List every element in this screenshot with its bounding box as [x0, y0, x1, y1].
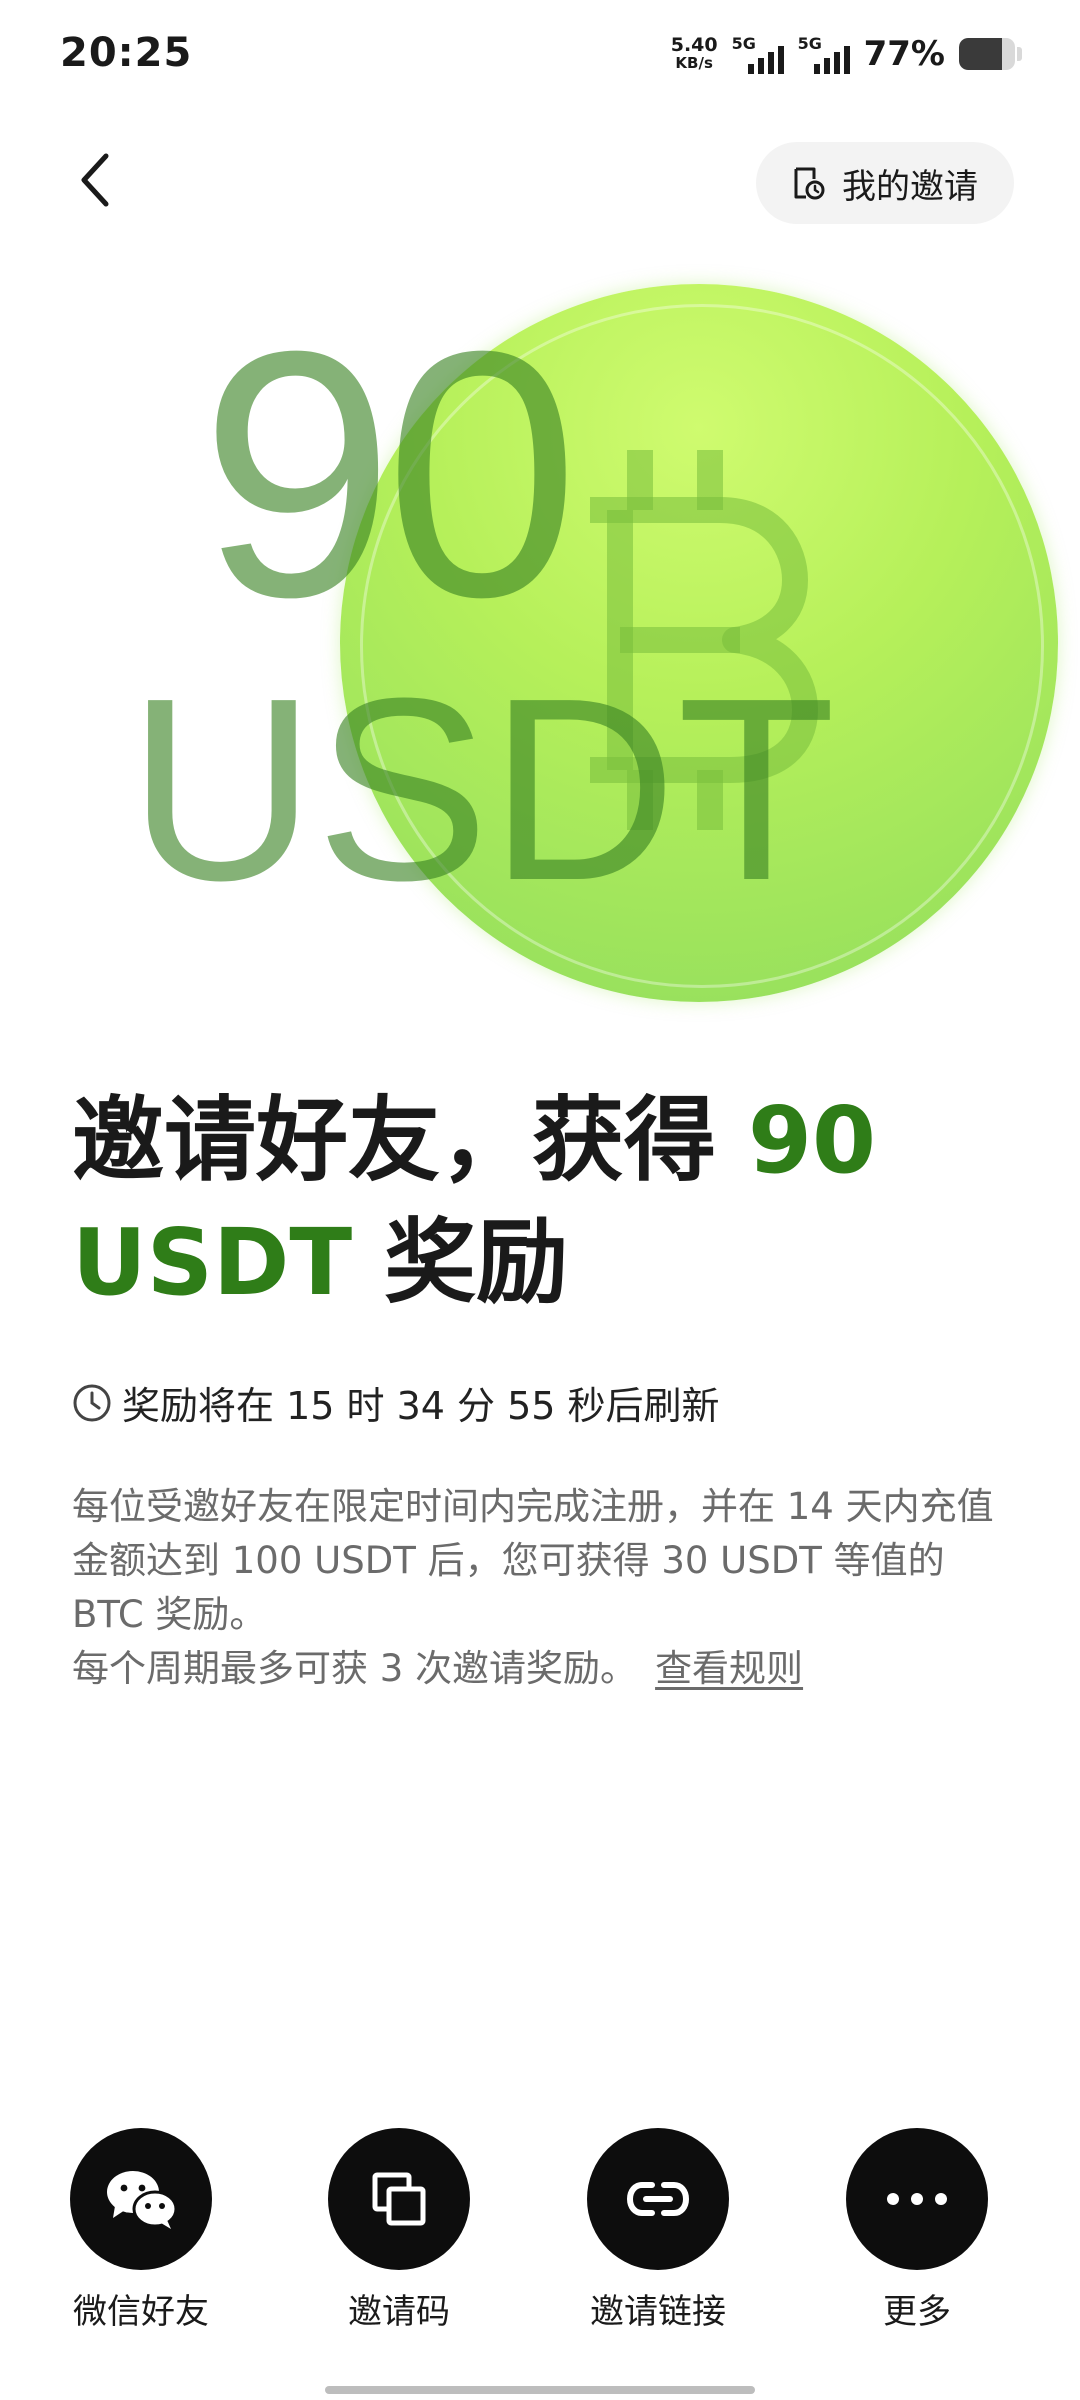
status-bar: 20:25 5.40 KB/s 5G 5G 77% [0, 0, 1080, 110]
status-time: 20:25 [60, 30, 193, 76]
battery-icon [959, 38, 1015, 70]
title-part-1: 邀请好友，获得 [72, 1087, 749, 1194]
share-invite-link-button[interactable]: 邀请链接 [573, 2128, 743, 2333]
countdown-text: 奖励将在 15 时 34 分 55 秒后刷新 [122, 1384, 720, 1428]
title-amount: 90 [748, 1087, 877, 1194]
page-title: 邀请好友，获得 90 USDT 奖励 [72, 1080, 1012, 1324]
network-speed-unit: KB/s [675, 54, 713, 72]
my-invite-button[interactable]: 我的邀请 [756, 142, 1014, 224]
link-icon [626, 2182, 690, 2216]
share-circle [587, 2128, 729, 2270]
title-unit: USDT [72, 1209, 353, 1316]
hero-unit: USDT [128, 645, 836, 935]
share-circle [70, 2128, 212, 2270]
network-speed-value: 5.40 [670, 34, 718, 56]
title-part-2: 奖励 [352, 1209, 569, 1316]
signal-1: 5G [732, 34, 784, 74]
share-wechat-button[interactable]: 微信好友 [56, 2128, 226, 2333]
status-indicators: 5.40 KB/s 5G 5G 77% [671, 34, 1022, 74]
share-more-button[interactable]: 更多 [832, 2128, 1002, 2333]
view-rules-link[interactable]: 查看规则 [655, 1647, 803, 1690]
battery-percent: 77% [863, 34, 945, 74]
more-icon [887, 2193, 947, 2205]
signal-2: 5G [798, 34, 850, 74]
signal-bars-icon [747, 46, 784, 74]
reward-description: 每位受邀好友在限定时间内完成注册，并在 14 天内充值金额达到 100 USDT… [72, 1480, 1012, 1696]
share-circle [846, 2128, 988, 2270]
share-label: 更多 [883, 2292, 951, 2332]
network-speed: 5.40 KB/s [670, 34, 718, 73]
invite-history-icon [794, 167, 825, 200]
back-button[interactable] [60, 140, 130, 220]
my-invite-label: 我的邀请 [842, 166, 978, 207]
share-label: 邀请码 [348, 2292, 450, 2332]
home-indicator[interactable] [325, 2386, 755, 2394]
battery-fill [959, 38, 1003, 70]
share-circle [328, 2128, 470, 2270]
hero-illustration: 90 USDT [0, 260, 1080, 1020]
copy-icon [372, 2172, 426, 2226]
share-label: 邀请链接 [590, 2292, 726, 2332]
battery-tip [1017, 47, 1022, 61]
share-options: 微信好友 邀请码 邀请链接 更多 [0, 2128, 1080, 2332]
share-invite-code-button[interactable]: 邀请码 [314, 2128, 484, 2333]
chevron-left-icon [81, 153, 109, 207]
hero-amount: 90 [200, 279, 579, 670]
countdown: 奖励将在 15 时 34 分 55 秒后刷新 [72, 1375, 720, 1430]
clock-icon [73, 1384, 111, 1421]
signal-bars-icon [813, 46, 850, 74]
wechat-icon [107, 2171, 177, 2229]
share-label: 微信好友 [73, 2292, 209, 2332]
description-limit-line: 每个周期最多可获 3 次邀请奖励。 查看规则 [72, 1642, 1012, 1696]
description-paragraph: 每位受邀好友在限定时间内完成注册，并在 14 天内充值金额达到 100 USDT… [72, 1485, 994, 1636]
limit-text: 每个周期最多可获 3 次邀请奖励。 [72, 1647, 638, 1690]
